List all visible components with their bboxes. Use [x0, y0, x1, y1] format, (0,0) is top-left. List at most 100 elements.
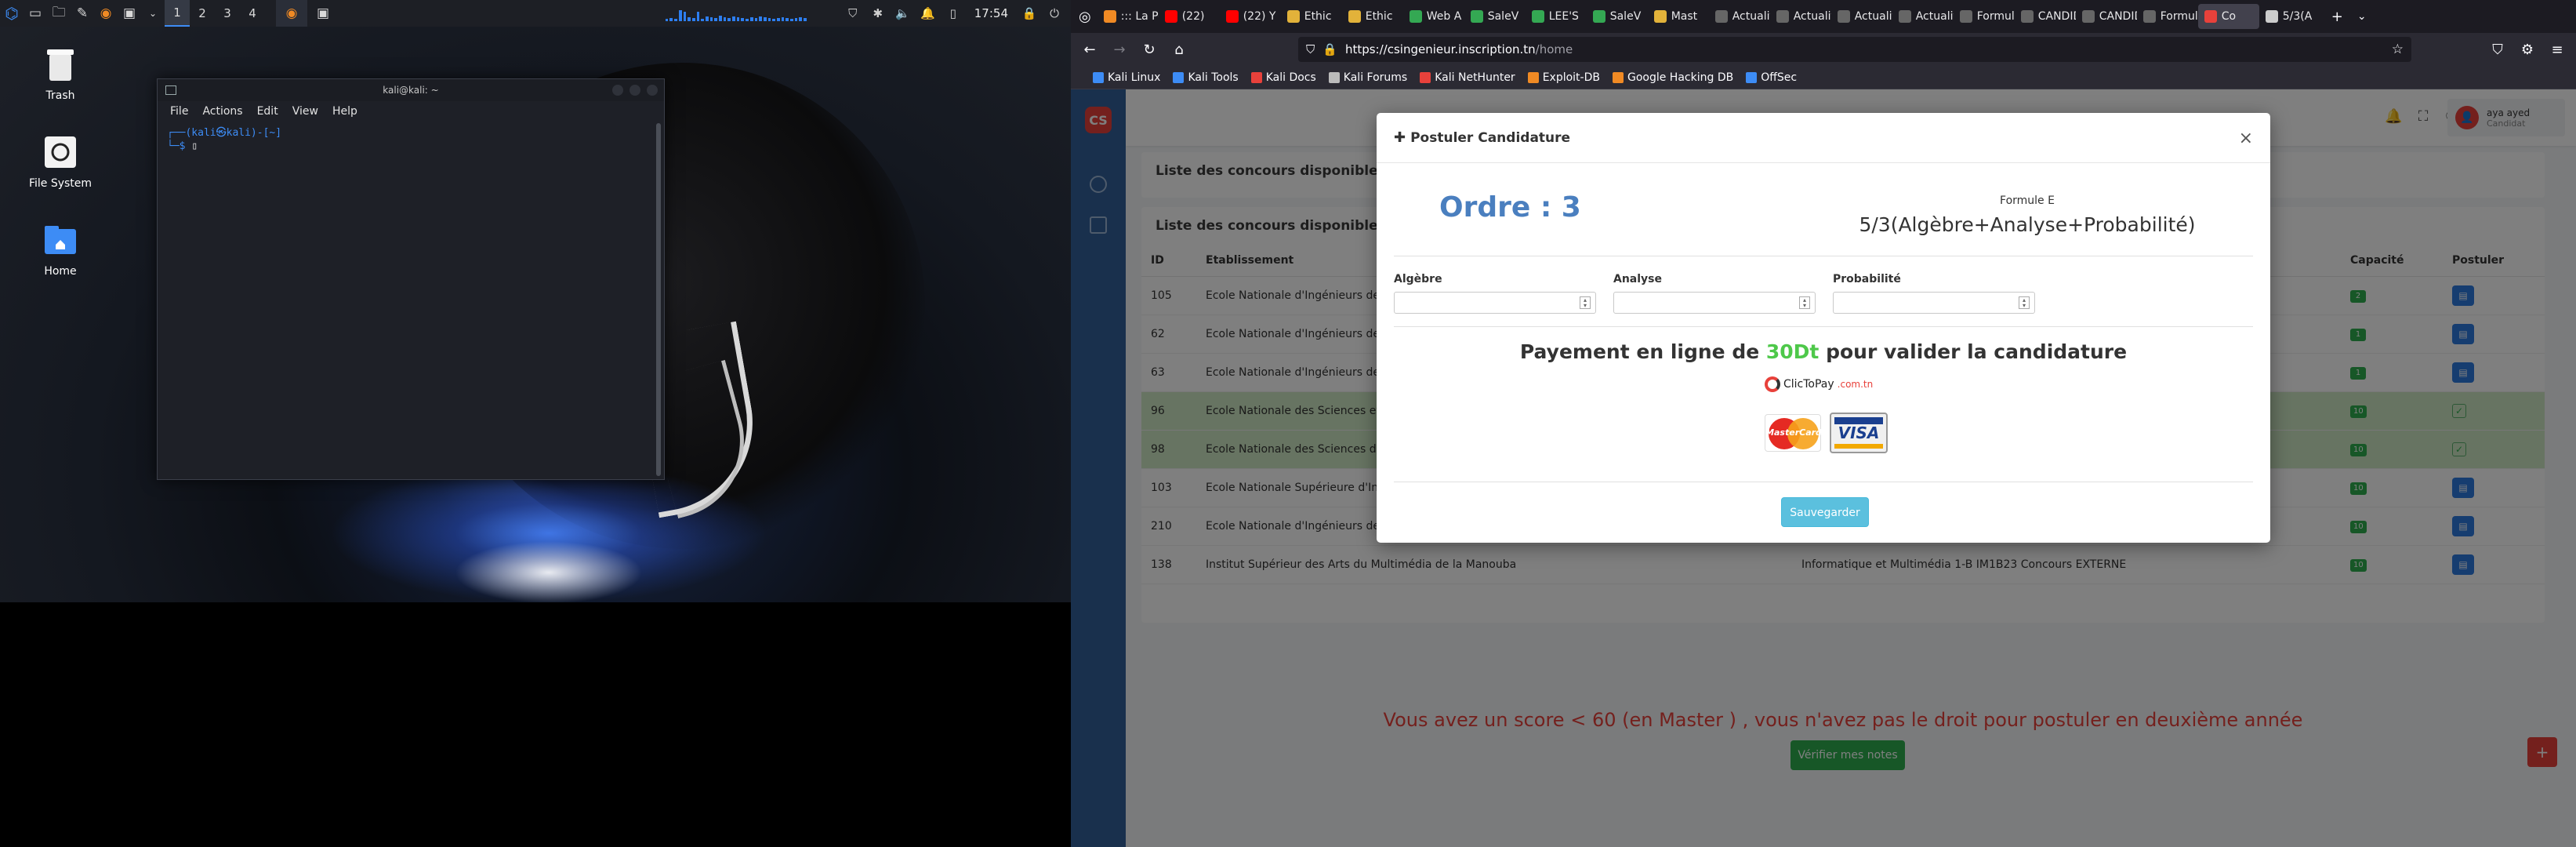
kali-menu-icon[interactable]: ⌬: [0, 0, 24, 27]
close-button[interactable]: [647, 85, 658, 96]
home-icon[interactable]: ⌂: [1166, 37, 1192, 62]
tab-label: CANDID: [2099, 10, 2137, 23]
browser-tab[interactable]: Web A: [1403, 4, 1464, 29]
tab-favicon-icon: [2204, 10, 2217, 23]
browser-tab[interactable]: Actualit: [1831, 4, 1892, 29]
browser-tab[interactable]: SaleV: [1587, 4, 1648, 29]
firefox-icon[interactable]: ◉: [94, 0, 118, 27]
analyse-input[interactable]: ▴ ▾: [1613, 292, 1816, 314]
menu-help[interactable]: Help: [332, 105, 357, 118]
browser-tab[interactable]: (22) Y: [1220, 4, 1281, 29]
power-icon[interactable]: ⏻: [1044, 0, 1065, 27]
tab-label: Co: [2221, 10, 2237, 23]
clock[interactable]: 17:54: [968, 6, 1014, 20]
bookmark-item[interactable]: Kali Linux: [1093, 71, 1160, 84]
browser-tab[interactable]: Actualit: [1770, 4, 1831, 29]
workspace-1[interactable]: 1: [165, 0, 190, 27]
bookmark-item[interactable]: Kali Forums: [1328, 71, 1407, 84]
terminal-window[interactable]: kali@kali: ~ File Actions Edit View Help…: [157, 78, 665, 480]
maximize-button[interactable]: [629, 85, 640, 96]
tab-favicon-icon: [1592, 10, 1605, 23]
browser-tab[interactable]: Ethic: [1281, 4, 1342, 29]
browser-tab[interactable]: Actualit: [1892, 4, 1954, 29]
bookmark-item[interactable]: Exploit-DB: [1527, 71, 1600, 84]
browser-tab[interactable]: Formula: [2137, 4, 2198, 29]
workspace-3[interactable]: 3: [215, 0, 240, 27]
url-bar[interactable]: ⛉ 🔒 https://csingenieur.inscription.tn/h…: [1298, 37, 2411, 62]
browser-tab[interactable]: CANDIDA: [2015, 4, 2076, 29]
browser-tab[interactable]: LEE'S: [1526, 4, 1587, 29]
firefox-view-icon[interactable]: ◎: [1076, 9, 1098, 25]
bookmark-item[interactable]: Kali Tools: [1173, 71, 1239, 84]
firefox-window-button[interactable]: ◉: [276, 0, 307, 27]
browser-tab[interactable]: (22): [1159, 4, 1220, 29]
browser-tab[interactable]: 5/3(A: [2259, 4, 2320, 29]
lock-icon[interactable]: 🔒: [1322, 42, 1337, 56]
probabilite-input[interactable]: ▴ ▾: [1833, 292, 2035, 314]
notification-icon[interactable]: 🔔: [918, 0, 938, 27]
cursor: ▯: [191, 140, 198, 152]
bookmark-item[interactable]: Google Hacking DB: [1612, 71, 1733, 84]
menu-actions[interactable]: Actions: [202, 105, 242, 118]
bluetooth-icon[interactable]: ✱: [868, 0, 888, 27]
browser-tab[interactable]: Co: [2197, 4, 2259, 29]
number-stepper-icon[interactable]: ▴ ▾: [1580, 296, 1591, 309]
tab-favicon-icon: [2020, 10, 2034, 23]
bookmark-item[interactable]: OffSec: [1746, 71, 1797, 84]
browser-tab[interactable]: Mast: [1648, 4, 1709, 29]
browser-tab[interactable]: Ethic: [1342, 4, 1403, 29]
tab-label: (22) Y: [1243, 10, 1276, 23]
tab-label: Formula: [2160, 10, 2198, 23]
show-desktop-icon[interactable]: ▭: [24, 0, 47, 27]
hamburger-menu-icon[interactable]: ≡: [2545, 37, 2570, 62]
number-stepper-icon[interactable]: ▴ ▾: [2019, 296, 2030, 309]
tracking-shield-icon[interactable]: ⛉: [1306, 42, 1315, 56]
screen: ⌬ ▭ 🗀 ✎ ◉ ▣ ⌄ 1 2 3 4 ◉ ▣ ⛉ ✱ 🔈 🔔 ▯ 17:5…: [0, 0, 2576, 847]
tab-favicon-icon: [1409, 10, 1422, 23]
tab-list: ::: La Po (22) (22) Y Ethic Ethic Web A SaleV L…: [1098, 4, 2320, 29]
terminal-output[interactable]: ┌──(kali㉿kali)-[~] └─$ ▯: [158, 122, 664, 158]
pocket-icon[interactable]: ⛉: [2485, 37, 2510, 62]
terminal-launcher-icon[interactable]: ▣: [118, 0, 141, 27]
forward-icon[interactable]: →: [1107, 37, 1132, 62]
menu-view[interactable]: View: [292, 105, 318, 118]
back-icon[interactable]: ←: [1077, 37, 1102, 62]
browser-tab[interactable]: Actualit: [1709, 4, 1770, 29]
number-stepper-icon[interactable]: ▴ ▾: [1799, 296, 1810, 309]
browser-tab[interactable]: Formula: [1954, 4, 2015, 29]
browser-tab[interactable]: CANDID: [2076, 4, 2137, 29]
vpn-icon[interactable]: ⛉: [843, 0, 863, 27]
tab-list-chevron-icon[interactable]: ⌄: [2357, 10, 2367, 23]
file-manager-icon[interactable]: 🗀: [47, 0, 71, 27]
workspace-4[interactable]: 4: [240, 0, 265, 27]
bookmark-item[interactable]: Kali Docs: [1250, 71, 1316, 84]
menu-edit[interactable]: Edit: [257, 105, 278, 118]
bookmark-icon: [1612, 71, 1624, 83]
extensions-icon[interactable]: ⚙: [2515, 37, 2540, 62]
bookmark-item[interactable]: Kali NetHunter: [1420, 71, 1515, 84]
new-tab-icon[interactable]: +: [2331, 9, 2343, 25]
text-editor-icon[interactable]: ✎: [71, 0, 94, 27]
bookmark-icon: [1250, 71, 1262, 83]
battery-icon[interactable]: ▯: [943, 0, 963, 27]
terminal-scrollbar[interactable]: [656, 123, 661, 476]
close-icon[interactable]: ×: [2239, 129, 2253, 148]
workspace-2[interactable]: 2: [190, 0, 215, 27]
algebre-input[interactable]: ▴ ▾: [1394, 292, 1596, 314]
minimize-button[interactable]: [612, 85, 623, 96]
browser-tab[interactable]: ::: La Po: [1098, 4, 1159, 29]
terminal-window-button[interactable]: ▣: [307, 0, 339, 27]
desktop-icon-trash[interactable]: Trash: [9, 44, 111, 102]
volume-icon[interactable]: 🔈: [893, 0, 913, 27]
reload-icon[interactable]: ↻: [1137, 37, 1162, 62]
lock-icon[interactable]: 🔒: [1019, 0, 1039, 27]
terminal-titlebar[interactable]: kali@kali: ~: [158, 79, 664, 101]
bookmark-star-icon[interactable]: ☆: [2392, 42, 2404, 57]
chevron-down-icon[interactable]: ⌄: [141, 0, 165, 27]
browser-tab[interactable]: SaleV: [1464, 4, 1526, 29]
desktop-icon-file-system[interactable]: File System: [9, 132, 111, 190]
desktop-icon-home[interactable]: Home: [9, 220, 111, 278]
save-button[interactable]: Sauvegarder: [1781, 497, 1869, 527]
menu-file[interactable]: File: [170, 105, 188, 118]
tab-label: Ethic: [1365, 10, 1393, 23]
